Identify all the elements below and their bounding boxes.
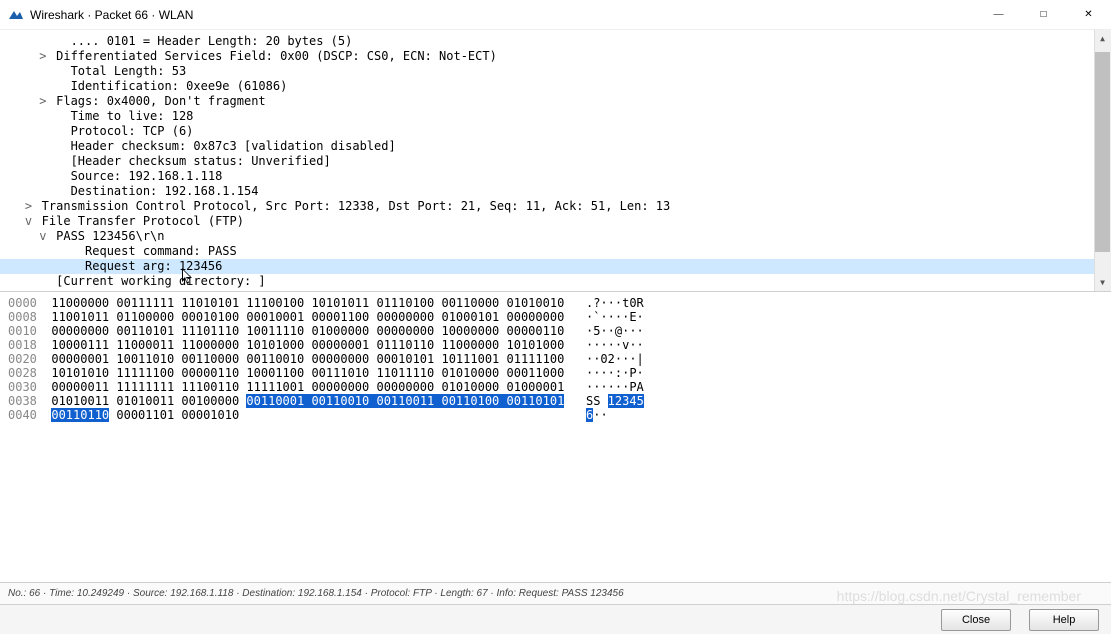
expand-toggle [51,139,63,154]
hex-row[interactable]: 0030 00000011 11111111 11100110 11111001… [8,380,1103,394]
close-button[interactable]: Close [941,609,1011,631]
dialog-footer: Close Help [0,604,1111,634]
detail-line[interactable]: Identification: 0xee9e (61086) [0,79,1111,94]
detail-line[interactable]: > Transmission Control Protocol, Src Por… [0,199,1111,214]
detail-line[interactable]: Header checksum: 0x87c3 [validation disa… [0,139,1111,154]
expand-toggle[interactable]: v [22,214,34,229]
help-button[interactable]: Help [1029,609,1099,631]
expand-toggle[interactable]: v [37,229,49,244]
expand-toggle [66,244,78,259]
expand-toggle [51,109,63,124]
detail-line[interactable]: Destination: 192.168.1.154 [0,184,1111,199]
expand-toggle[interactable]: > [22,199,34,214]
expand-toggle [51,34,63,49]
expand-toggle [51,64,63,79]
detail-line[interactable]: Protocol: TCP (6) [0,124,1111,139]
detail-line[interactable]: Request command: PASS [0,244,1111,259]
close-window-button[interactable]: ✕ [1066,0,1111,30]
detail-line[interactable]: .... 0101 = Header Length: 20 bytes (5) [0,34,1111,49]
app-logo-icon [8,7,24,23]
detail-line[interactable]: Time to live: 128 [0,109,1111,124]
window-title: Wireshark · Packet 66 · WLAN [30,8,976,22]
expand-toggle [37,274,49,289]
title-bar: Wireshark · Packet 66 · WLAN — □ ✕ [0,0,1111,30]
hex-row[interactable]: 0028 10101010 11111100 00000110 10001100… [8,366,1103,380]
expand-toggle [66,259,78,274]
detail-line[interactable]: v PASS 123456\r\n [0,229,1111,244]
scrollbar[interactable]: ▲▼ [1094,30,1111,291]
scroll-thumb[interactable] [1095,52,1110,252]
hex-row[interactable]: 0008 11001011 01100000 00010100 00010001… [8,310,1103,324]
hex-row[interactable]: 0040 00110110 00001101 00001010 6·· [8,408,1103,422]
detail-line[interactable]: > Differentiated Services Field: 0x00 (D… [0,49,1111,64]
detail-line[interactable]: Source: 192.168.1.118 [0,169,1111,184]
detail-line[interactable]: [Header checksum status: Unverified] [0,154,1111,169]
packet-detail-pane[interactable]: .... 0101 = Header Length: 20 bytes (5) … [0,30,1111,292]
packet-bytes-pane[interactable]: 0000 11000000 00111111 11010101 11100100… [0,292,1111,579]
hex-row[interactable]: 0020 00000001 10011010 00110000 00110010… [8,352,1103,366]
hex-row[interactable]: 0000 11000000 00111111 11010101 11100100… [8,296,1103,310]
hex-row[interactable]: 0010 00000000 00110101 11101110 10011110… [8,324,1103,338]
minimize-button[interactable]: — [976,0,1021,30]
hex-row[interactable]: 0038 01010011 01010011 00100000 00110001… [8,394,1103,408]
scroll-down-icon[interactable]: ▼ [1094,274,1111,291]
expand-toggle[interactable]: > [37,49,49,64]
detail-line[interactable]: > Flags: 0x4000, Don't fragment [0,94,1111,109]
expand-toggle [51,124,63,139]
expand-toggle[interactable]: > [37,94,49,109]
detail-line[interactable]: Request arg: 123456 [0,259,1111,274]
maximize-button[interactable]: □ [1021,0,1066,30]
expand-toggle [51,79,63,94]
detail-line[interactable]: Total Length: 53 [0,64,1111,79]
expand-toggle [51,184,63,199]
detail-line[interactable]: v File Transfer Protocol (FTP) [0,214,1111,229]
expand-toggle [51,154,63,169]
detail-line[interactable]: [Current working directory: ] [0,274,1111,289]
scroll-up-icon[interactable]: ▲ [1094,30,1111,47]
status-text: No.: 66 · Time: 10.249249 · Source: 192.… [8,588,624,599]
status-bar: No.: 66 · Time: 10.249249 · Source: 192.… [0,582,1111,604]
expand-toggle [51,169,63,184]
hex-row[interactable]: 0018 10000111 11000011 11000000 10101000… [8,338,1103,352]
